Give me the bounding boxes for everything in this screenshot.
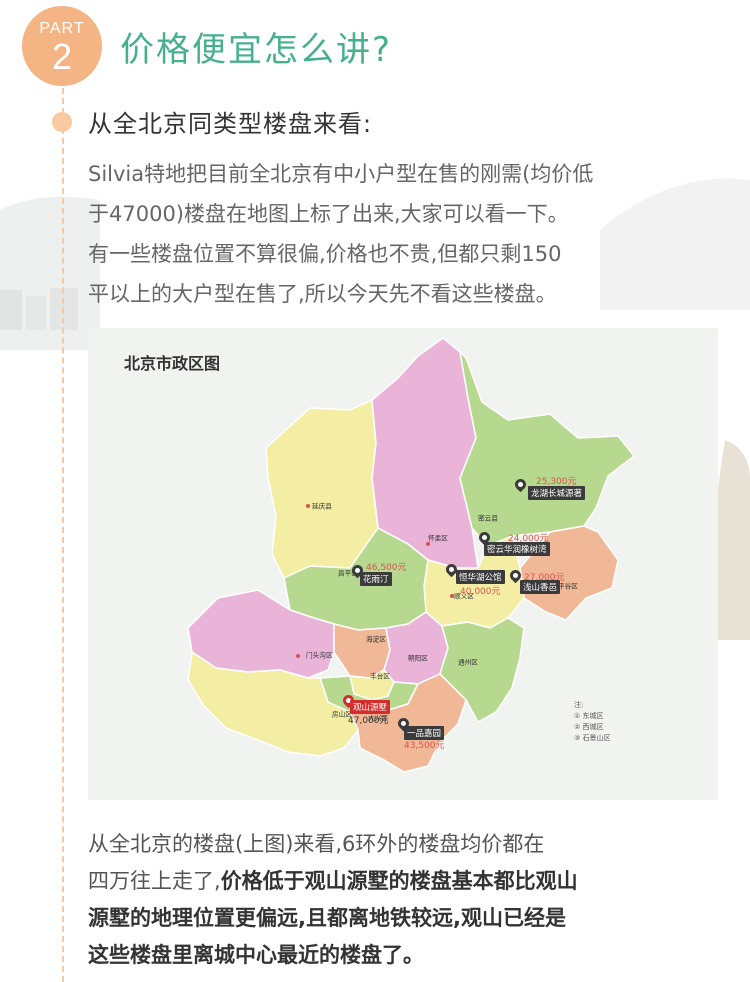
intro-line: 有一些楼盘位置不算很偏,价格也不贵,但都只剩150 <box>88 242 562 266</box>
conclusion-text-bold: 价格低于观山源墅的楼盘基本都比观山 <box>220 869 578 893</box>
timeline-dashed-line <box>62 88 64 982</box>
map-note-label: 注: <box>574 701 584 709</box>
subheading: 从全北京同类型楼盘来看: <box>88 110 373 138</box>
bullet-dot <box>52 112 72 132</box>
map-note-item: ① 东城区 <box>574 712 604 720</box>
estate-name[interactable]: 龙湖长城源著 <box>528 486 586 500</box>
estate-name[interactable]: 密云华润橡树湾 <box>484 542 550 556</box>
conclusion-line: 这些楼盘里离城中心最近的楼盘了。 <box>88 937 738 974</box>
conclusion-line: 源墅的地理位置更偏远,且都离地铁较远,观山已经是 <box>88 900 738 937</box>
district-seat-marker <box>296 654 300 658</box>
district-seat-marker <box>306 504 310 508</box>
district-label-yanqing: 延庆县 <box>312 502 332 511</box>
conclusion-paragraph: 从全北京的楼盘(上图)来看,6环外的楼盘均价都在 四万往上走了,价格低于观山源墅… <box>88 826 738 974</box>
estate-price: 43,500元 <box>404 741 445 751</box>
district-label-haidian: 海淀区 <box>366 635 386 644</box>
district-label-chaoyang: 朝阳区 <box>408 654 428 663</box>
intro-line: Silvia特地把目前全北京有中小户型在售的刚需(均价低 <box>88 162 594 186</box>
map-labels: 延庆县 怀柔区 密云县 昌平区 顺义区 门头沟区 海淀区 朝阳区 丰台区 通州区… <box>88 328 718 800</box>
intro-paragraph: Silvia特地把目前全北京有中小户型在售的刚需(均价低 于47000)楼盘在地… <box>88 154 738 314</box>
estate-price: 40,000元 <box>460 587 501 597</box>
conclusion-line: 四万往上走了,价格低于观山源墅的楼盘基本都比观山 <box>88 863 738 900</box>
estate-name[interactable]: 恒华湖公馆 <box>456 570 505 584</box>
part-badge: PART 2 <box>22 6 102 86</box>
conclusion-line: 从全北京的楼盘(上图)来看,6环外的楼盘均价都在 <box>88 832 545 856</box>
beijing-district-map: 北京市政区图 延庆县 怀柔区 密云县 昌平区 顺义区 门头沟区 海淀区 朝阳区 … <box>88 328 718 800</box>
map-note-item: ③ 石景山区 <box>574 734 611 742</box>
estate-pin-icon[interactable] <box>512 476 529 493</box>
map-note: 注: ① 东城区 ② 西城区 ③ 石景山区 <box>574 700 611 744</box>
district-label-fengtai: 丰台区 <box>370 672 390 681</box>
background-landscape-left <box>0 196 100 350</box>
district-label-mentougou: 门头沟区 <box>306 651 333 660</box>
estate-name[interactable]: 浅山香邑 <box>520 580 561 594</box>
conclusion-text-bold: 这些楼盘里离城中心最近的楼盘了。 <box>88 943 424 967</box>
district-label-tongzhou: 通州区 <box>458 658 478 667</box>
estate-price: 47,000元 <box>348 716 389 726</box>
district-label-pinggu: 平谷区 <box>558 582 578 591</box>
intro-line: 于47000)楼盘在地图上标了出来,大家可以看一下。 <box>88 202 569 226</box>
conclusion-text-normal: 四万往上走了, <box>88 869 221 893</box>
conclusion-text-bold: 源墅的地理位置更偏远,且都离地铁较远,观山已经是 <box>88 906 566 930</box>
section-title: 价格便宜怎么讲? <box>120 30 393 70</box>
district-label-miyun: 密云县 <box>478 514 498 523</box>
part-number: 2 <box>51 36 73 77</box>
estate-name-highlight[interactable]: 观山源墅 <box>350 700 391 714</box>
district-label-huairou: 怀柔区 <box>428 534 448 543</box>
intro-line: 平以上的大户型在售了,所以今天先不看这些楼盘。 <box>88 282 557 306</box>
estate-name[interactable]: 花雨汀 <box>360 572 392 586</box>
map-note-item: ② 西城区 <box>574 723 604 731</box>
